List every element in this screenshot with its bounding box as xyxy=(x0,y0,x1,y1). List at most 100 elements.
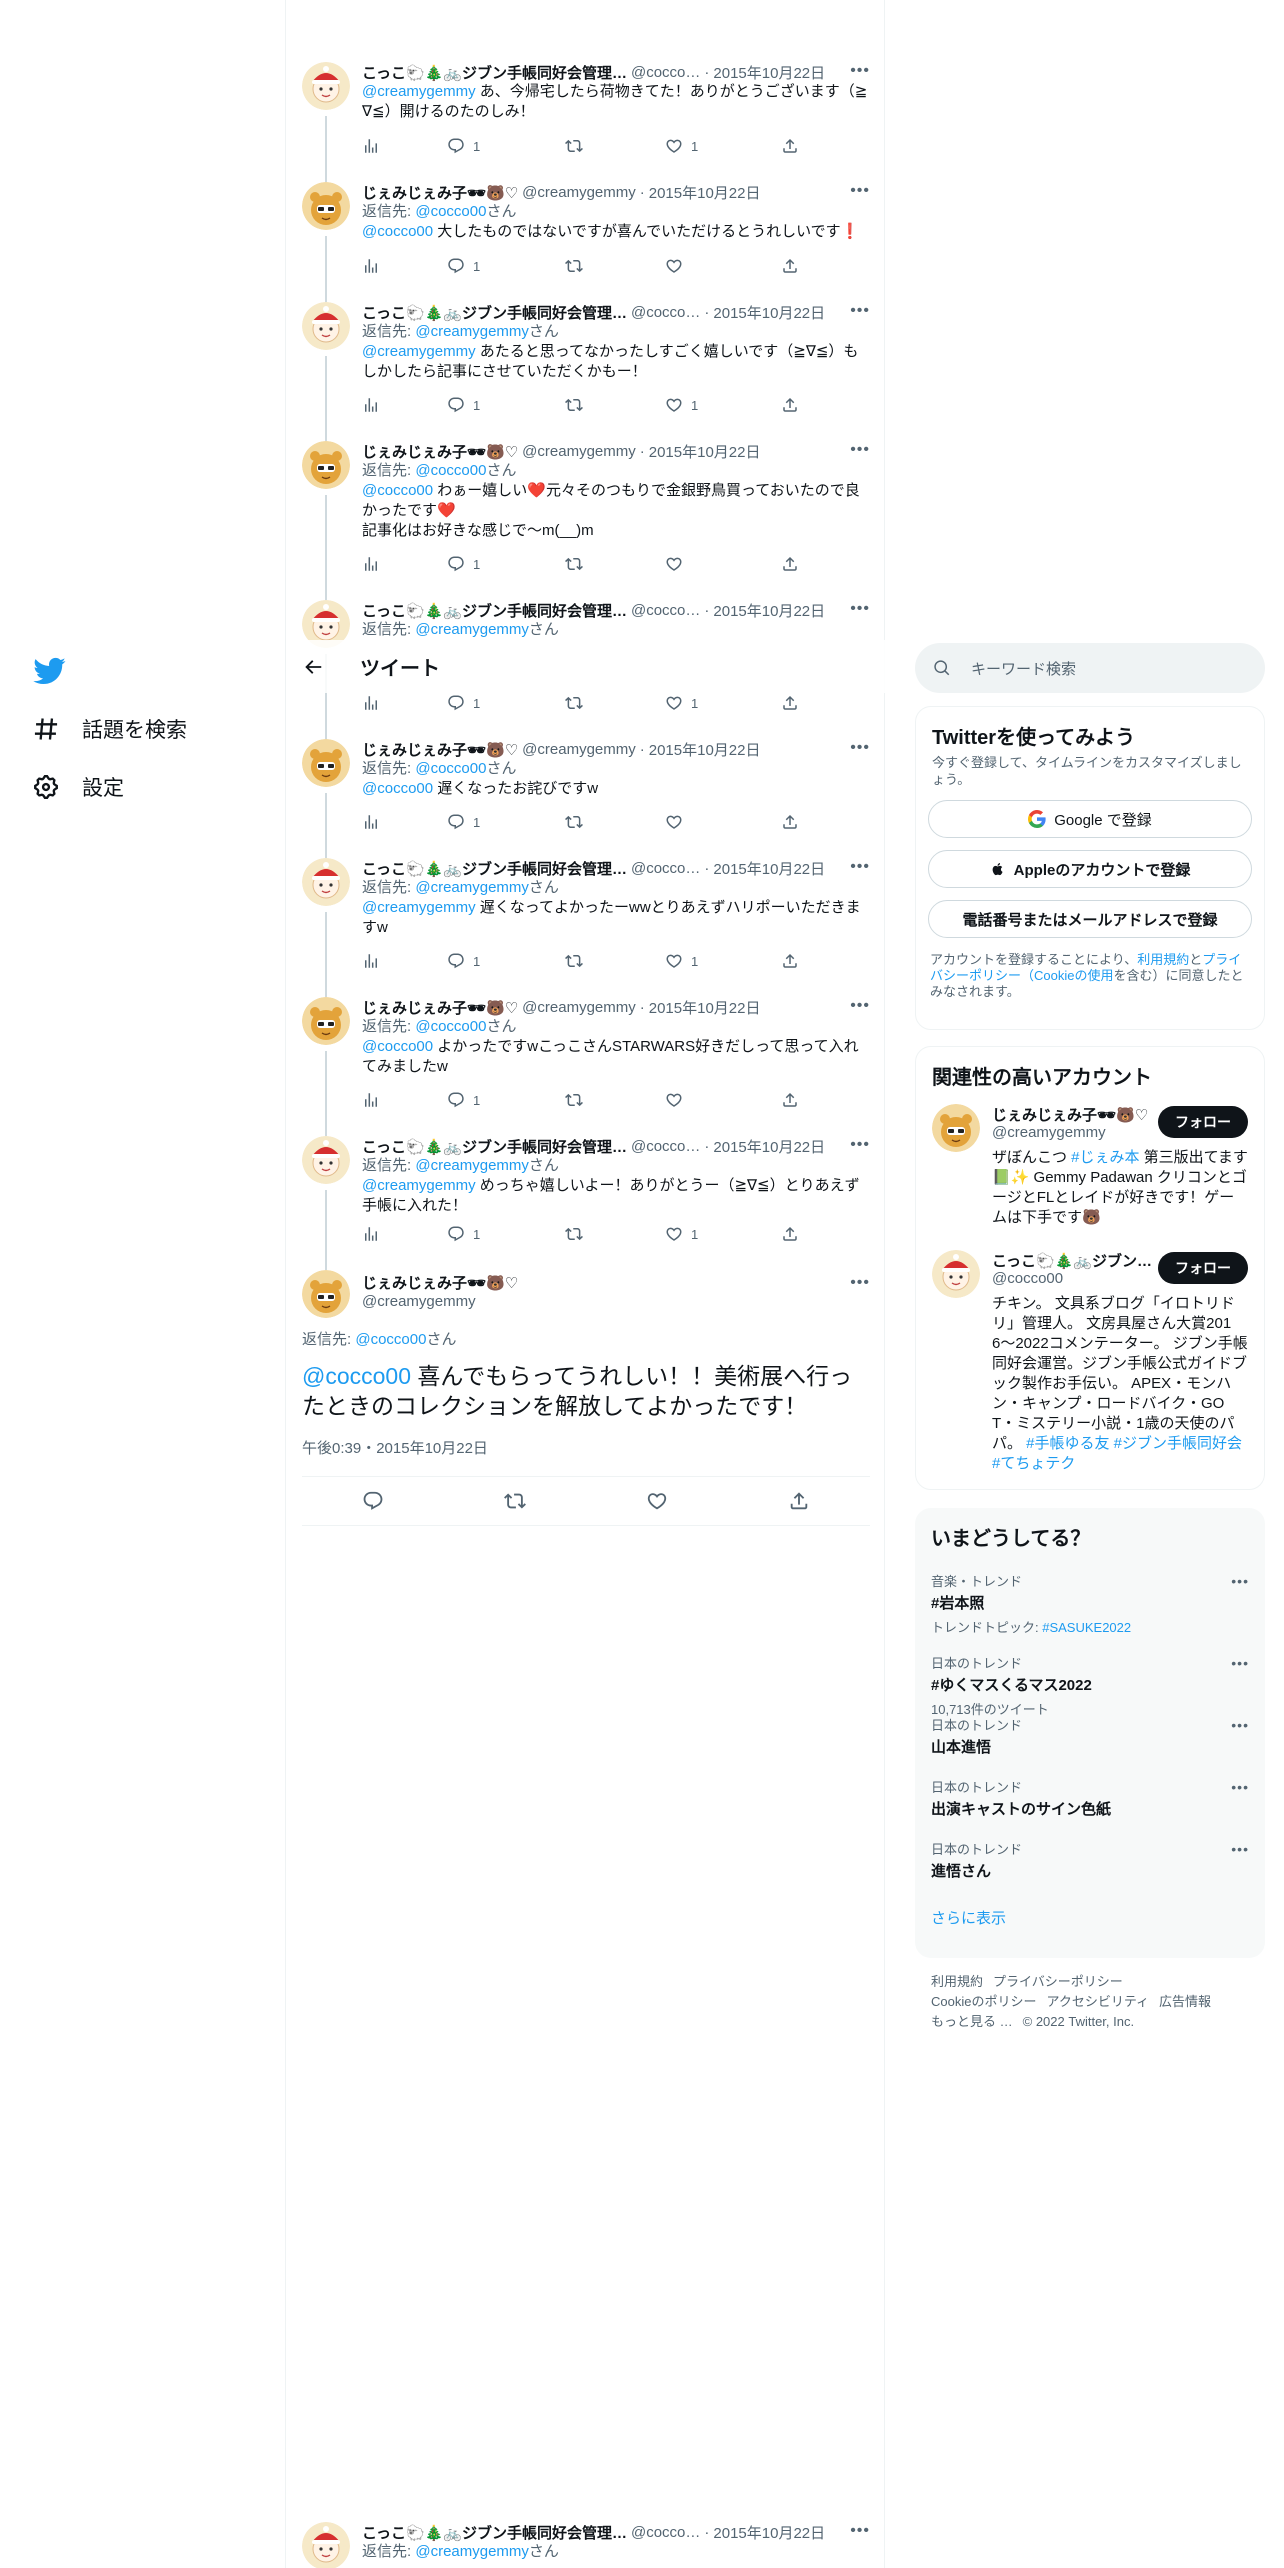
analytics-button[interactable] xyxy=(362,137,447,155)
trend-topic-link[interactable]: #SASUKE2022 xyxy=(1042,1620,1131,1635)
reply-button[interactable]: 1 xyxy=(447,1225,565,1243)
analytics-button[interactable] xyxy=(362,1225,447,1243)
author-handle[interactable]: @cocco… xyxy=(631,602,700,619)
analytics-button[interactable] xyxy=(362,694,447,712)
tweet-timestamp[interactable]: 午後0:39・2015年10月22日 xyxy=(302,1437,870,1458)
google-signup-button[interactable]: Google で登録 xyxy=(928,800,1252,838)
footer-link[interactable]: 利用規約 xyxy=(931,1974,983,1989)
mention-link[interactable]: @cocco00 xyxy=(362,1038,433,1055)
nav-explore[interactable]: 話題を検索 xyxy=(32,714,187,744)
terms-link[interactable]: 利用規約 xyxy=(1137,952,1189,967)
more-icon[interactable]: ••• xyxy=(850,997,870,1015)
retweet-button[interactable] xyxy=(565,813,665,831)
reply-button[interactable]: 1 xyxy=(447,396,565,414)
retweet-button[interactable] xyxy=(565,555,665,573)
like-button[interactable] xyxy=(665,555,781,573)
author-name[interactable]: こっこ🐑🎄🚲ジブン手帳同好会管理… xyxy=(362,302,627,323)
hashtag-link[interactable]: #じぇみ本 xyxy=(1071,1149,1139,1166)
back-arrow-icon[interactable] xyxy=(302,656,324,678)
search-box[interactable]: キーワード検索 xyxy=(915,643,1265,693)
recommended-account[interactable]: こっこ🐑🎄🚲ジブン手帳同好会管理… @cocco00 フォロー チキン。 文具系… xyxy=(916,1250,1264,1480)
avatar[interactable] xyxy=(302,1270,350,1318)
author-name[interactable]: じぇみじぇみ子🕶🐻♡ xyxy=(362,739,518,760)
tweet-date[interactable]: 2015年10月22日 xyxy=(713,2522,825,2543)
retweet-button[interactable] xyxy=(565,952,665,970)
footer-link[interactable]: Cookieのポリシー xyxy=(931,1994,1036,2009)
more-icon[interactable]: ••• xyxy=(850,1274,870,1292)
reply-button[interactable]: 1 xyxy=(447,813,565,831)
mention-link[interactable]: @cocco00 xyxy=(362,223,433,240)
like-button[interactable]: 1 xyxy=(665,396,781,414)
tweet-card[interactable]: こっこ🐑🎄🚲ジブン手帳同好会管理… @cocco… · 2015年10月22日 … xyxy=(286,302,886,441)
mention-link[interactable]: @creamygemmy xyxy=(362,1177,476,1194)
author-name[interactable]: こっこ🐑🎄🚲ジブン手帳同好会管理… xyxy=(362,600,627,621)
tweet-card[interactable]: じぇみじぇみ子🕶🐻♡ @creamygemmy · 2015年10月22日 ••… xyxy=(286,182,886,302)
author-handle[interactable]: @creamygemmy xyxy=(522,443,636,460)
reply-to-link[interactable]: @cocco00 xyxy=(355,1331,426,1348)
tweet-date[interactable]: 2015年10月22日 xyxy=(713,62,825,83)
tweet-date[interactable]: 2015年10月22日 xyxy=(649,182,761,203)
apple-signup-button[interactable]: Appleのアカウントで登録 xyxy=(928,850,1252,888)
avatar[interactable] xyxy=(302,858,350,906)
more-icon[interactable]: ••• xyxy=(1231,1779,1249,1795)
more-icon[interactable]: ••• xyxy=(1231,1717,1249,1733)
retweet-button[interactable] xyxy=(565,137,665,155)
reply-to-link[interactable]: @cocco00 xyxy=(415,462,486,479)
trend-item[interactable]: 日本のトレンド #ゆくマスくるマス2022 10,713件のツイート ••• xyxy=(915,1645,1265,1717)
reply-button[interactable]: 1 xyxy=(447,694,565,712)
retweet-button[interactable] xyxy=(565,694,665,712)
trend-name[interactable]: 進悟さん xyxy=(931,1860,1249,1881)
author-name[interactable]: こっこ🐑🎄🚲ジブン手帳同好会管理… xyxy=(362,1136,627,1157)
author-name[interactable]: こっこ🐑🎄🚲ジブン手帳同好会管理… xyxy=(362,62,627,83)
author-name[interactable]: じぇみじぇみ子🕶🐻♡ xyxy=(362,1272,518,1293)
reply-button[interactable]: 1 xyxy=(447,1091,565,1109)
analytics-button[interactable] xyxy=(362,555,447,573)
trend-name[interactable]: #ゆくマスくるマス2022 xyxy=(931,1674,1249,1695)
retweet-button[interactable] xyxy=(565,257,665,275)
footer-link[interactable]: アクセシビリティ xyxy=(1046,1994,1149,2009)
mention-link[interactable]: @creamygemmy xyxy=(362,83,476,100)
tweet-date[interactable]: 2015年10月22日 xyxy=(713,1136,825,1157)
like-button[interactable] xyxy=(665,813,781,831)
author-handle[interactable]: @creamygemmy xyxy=(362,1293,492,1310)
reply-to-link[interactable]: @cocco00 xyxy=(415,203,486,220)
like-button[interactable]: 1 xyxy=(665,952,781,970)
more-icon[interactable]: ••• xyxy=(850,62,870,80)
like-icon[interactable] xyxy=(646,1490,668,1512)
reply-to-link[interactable]: @creamygemmy xyxy=(415,621,529,638)
account-handle[interactable]: @cocco00 xyxy=(992,1270,1063,1287)
account-name[interactable]: じぇみじぇみ子🕶🐻♡ xyxy=(992,1104,1152,1125)
more-icon[interactable]: ••• xyxy=(1231,1841,1249,1857)
trend-name[interactable]: #岩本照 xyxy=(931,1592,1249,1613)
tweet-date[interactable]: 2015年10月22日 xyxy=(713,600,825,621)
author-handle[interactable]: @cocco… xyxy=(631,2524,700,2541)
avatar[interactable] xyxy=(932,1250,980,1298)
reply-to-link[interactable]: @cocco00 xyxy=(415,1018,486,1035)
tweet-card[interactable]: じぇみじぇみ子🕶🐻♡ @creamygemmy · 2015年10月22日 ••… xyxy=(286,997,886,1136)
reply-to-link[interactable]: @creamygemmy xyxy=(415,2543,529,2560)
share-button[interactable] xyxy=(781,396,866,414)
tweet-card[interactable]: こっこ🐑🎄🚲ジブン手帳同好会管理… @cocco… · 2015年10月22日 … xyxy=(286,62,886,182)
reply-to-link[interactable]: @creamygemmy xyxy=(415,323,529,340)
nav-settings[interactable]: 設定 xyxy=(32,772,124,802)
avatar[interactable] xyxy=(302,1136,350,1184)
share-button[interactable] xyxy=(781,1225,866,1243)
more-icon[interactable]: ••• xyxy=(850,182,870,200)
reply-button[interactable]: 1 xyxy=(447,555,565,573)
mention-link[interactable]: @creamygemmy xyxy=(362,343,476,360)
avatar[interactable] xyxy=(932,1104,980,1152)
reply-to-link[interactable]: @creamygemmy xyxy=(415,879,529,896)
author-handle[interactable]: @cocco… xyxy=(631,1138,700,1155)
more-icon[interactable]: ••• xyxy=(850,858,870,876)
trend-item[interactable]: 日本のトレンド 山本進悟 ••• xyxy=(915,1707,1265,1769)
more-icon[interactable]: ••• xyxy=(850,739,870,757)
hashtag-link[interactable]: #手帳ゆる友 #ジブン手帳同好会 #てちょテク xyxy=(992,1435,1242,1472)
recommended-account[interactable]: じぇみじぇみ子🕶🐻♡ @creamygemmy フォロー ザぼんこつ #じぇみ本… xyxy=(916,1104,1264,1250)
reply-button[interactable]: 1 xyxy=(447,952,565,970)
more-icon[interactable]: ••• xyxy=(850,1136,870,1154)
tweet-date[interactable]: 2015年10月22日 xyxy=(649,997,761,1018)
mention-link[interactable]: @cocco00 xyxy=(302,1363,411,1389)
trend-item[interactable]: 日本のトレンド 進悟さん ••• xyxy=(915,1831,1265,1893)
author-handle[interactable]: @cocco… xyxy=(631,64,700,81)
footer-link[interactable]: 広告情報 xyxy=(1159,1994,1211,2009)
